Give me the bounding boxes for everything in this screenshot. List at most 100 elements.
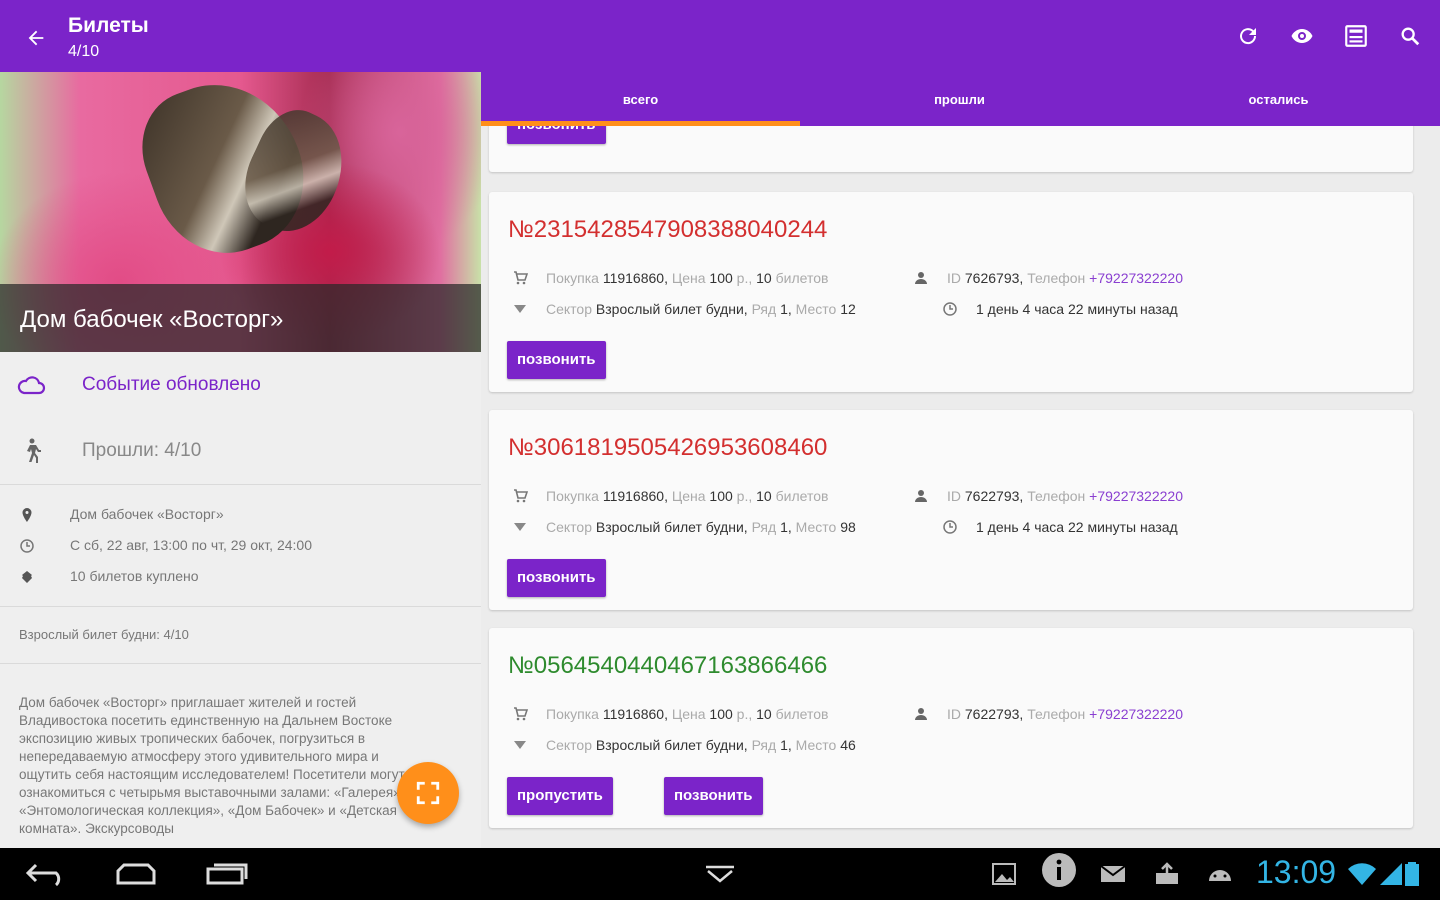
call-button[interactable]: Позвонить [507, 126, 606, 144]
signal-icon [1380, 863, 1402, 885]
ticket-card: №30618195054269536084​60 Покупка 1191686… [489, 410, 1413, 610]
dates-text: С сб, 22 авг, 13:00 по чт, 29 окт, 24:00 [70, 537, 312, 553]
back-button[interactable] [18, 20, 54, 56]
row: 1 [780, 301, 788, 317]
search-icon [1401, 27, 1420, 46]
nav-home-button[interactable] [112, 860, 160, 888]
price: 100 [709, 270, 733, 286]
clock-icon [943, 520, 957, 534]
tab-passed[interactable]: Прошли [800, 72, 1119, 126]
location-pin-icon [22, 508, 32, 522]
ticket-count: 10 [756, 706, 772, 722]
cloud-icon [16, 372, 46, 398]
nav-menu-button[interactable] [702, 860, 738, 888]
time-ago: 1 день 4 часа 22 минуты назад [976, 301, 1178, 317]
seat: 98 [840, 519, 856, 535]
connectivity-status [1346, 860, 1420, 888]
chevron-down-icon [706, 865, 734, 883]
home-icon [116, 863, 156, 885]
clock-icon [943, 302, 957, 316]
fullscreen-fab[interactable] [397, 762, 459, 824]
event-details-panel: Дом бабочек «Восторг» Событие обновлено … [0, 72, 481, 848]
update-status-row: Событие обновлено [0, 352, 481, 418]
scan-button[interactable] [1338, 18, 1374, 54]
android-notification[interactable] [1204, 860, 1236, 888]
ticket-number: №30618195054269536084​60 [508, 434, 828, 461]
ticket-scanner-icon [1345, 25, 1367, 47]
fullscreen-icon [416, 781, 440, 805]
eye-icon [1291, 29, 1313, 43]
ticket-icon [22, 571, 32, 583]
info-notification[interactable] [1040, 853, 1078, 887]
price: 100 [709, 488, 733, 504]
time-ago: 1 день 4 часа 22 минуты назад [976, 519, 1178, 535]
back-icon [25, 863, 61, 887]
sector-icon [514, 741, 526, 749]
refresh-icon [1240, 28, 1257, 45]
nav-recents-button[interactable] [204, 860, 250, 888]
location-text: Дом бабочек «Восторг» [70, 506, 224, 522]
info-icon [1042, 853, 1076, 887]
ticket-card: №23154285479083880402​44 Покупка 1191686… [489, 192, 1413, 392]
wifi-icon [1348, 863, 1376, 885]
ticket-card: №05645404404671638664​66 Покупка 1191686… [489, 628, 1413, 828]
mail-icon [1100, 865, 1126, 882]
gallery-notification[interactable] [990, 860, 1018, 888]
app-bar: Билеты 4/10 [0, 0, 1440, 72]
cart-icon [514, 271, 528, 285]
dates-row: С сб, 22 авг, 13:00 по чт, 29 окт, 24:00 [0, 530, 481, 561]
user-id: 7622793 [964, 706, 1020, 722]
back-arrow-icon [28, 30, 44, 46]
cart-icon [514, 707, 528, 721]
nav-back-button[interactable] [24, 860, 68, 888]
row: 1 [780, 737, 788, 753]
phone-link[interactable]: +79227322220 [1089, 706, 1183, 722]
passed-status-text: Прошли: 4/10 [82, 440, 202, 461]
call-button[interactable]: Позвонить [507, 559, 606, 597]
upload-notification[interactable] [1152, 860, 1182, 888]
walking-person-icon [16, 438, 46, 464]
refresh-button[interactable] [1230, 18, 1266, 54]
sector: Взрослый билет будни [595, 519, 744, 535]
ticket-number: №05645404404671638664​66 [508, 652, 828, 679]
user-id: 7622793 [964, 488, 1020, 504]
sector-icon [514, 305, 526, 313]
sector: Взрослый билет будни [595, 301, 744, 317]
call-button[interactable]: Позвонить [664, 777, 763, 815]
update-status-text: Событие обновлено [82, 374, 261, 395]
tab-bar: Всего Прошли Остались [481, 72, 1440, 126]
phone-link[interactable]: +79227322220 [1089, 270, 1183, 286]
seat: 12 [840, 301, 856, 317]
row: 1 [780, 519, 788, 535]
person-icon [915, 708, 927, 720]
ticket-number: №23154285479083880402​44 [508, 216, 828, 243]
seat: 46 [840, 737, 856, 753]
system-clock: 13:09 [1256, 854, 1337, 890]
purchase-id: 11916860 [602, 270, 665, 286]
page-subtitle: 4/10 [68, 43, 100, 60]
ticket-type-summary: Взрослый билет будни: 4/10 [19, 627, 189, 642]
call-button[interactable]: Позвонить [507, 341, 606, 379]
view-button[interactable] [1284, 18, 1320, 54]
sector: Взрослый билет будни [595, 737, 744, 753]
mail-notification[interactable] [1098, 860, 1128, 888]
search-button[interactable] [1392, 18, 1428, 54]
price: 100 [709, 706, 733, 722]
person-icon [915, 490, 927, 502]
tab-remaining[interactable]: Остались [1119, 72, 1438, 126]
ticket-count: 10 [756, 270, 772, 286]
event-image: Дом бабочек «Восторг» [0, 72, 481, 352]
phone-link[interactable]: +79227322220 [1089, 488, 1183, 504]
recent-apps-icon [206, 863, 248, 885]
location-row: Дом бабочек «Восторг» [0, 499, 481, 530]
android-icon [1209, 870, 1231, 881]
tab-all[interactable]: Всего [481, 72, 800, 126]
skip-button[interactable]: Пропустить [507, 777, 613, 815]
tickets-bought-row: 10 билетов куплено [0, 561, 481, 592]
person-icon [915, 272, 927, 284]
system-navigation-bar: 13:09 [0, 848, 1440, 900]
tickets-list[interactable]: Позвонить №23154285479083880402​44 Покуп… [481, 126, 1440, 848]
ticket-count: 10 [756, 488, 772, 504]
sector-icon [514, 523, 526, 531]
passed-status-row: Прошли: 4/10 [0, 418, 481, 484]
